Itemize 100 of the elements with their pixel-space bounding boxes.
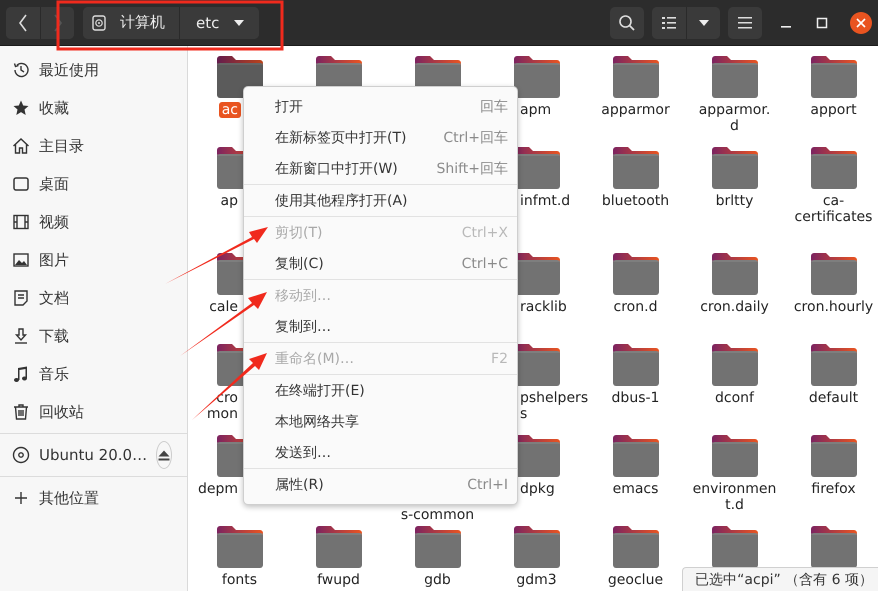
file-name: pshelpers s [519,390,590,422]
folder-icon[interactable] [712,344,758,386]
file-name: dpkg [519,481,556,497]
eject-button[interactable] [156,441,172,469]
file-name: cron.hourly [792,299,874,315]
file-name: default [808,390,860,406]
folder-icon[interactable] [712,253,758,295]
file-name: apm [519,102,552,118]
folder-icon[interactable] [712,147,758,189]
file-name: bluetooth [600,193,670,209]
image-icon [12,251,30,269]
trash-icon [12,403,30,421]
folder-icon[interactable] [514,526,560,568]
chevron-left-icon [18,14,28,32]
sidebar-item[interactable]: 文档 [0,279,187,317]
disc-icon [12,446,30,464]
folder-icon[interactable] [316,526,362,568]
document-icon [12,289,30,307]
minimize-icon [781,26,791,28]
menu-button[interactable] [728,6,762,38]
file-name: cron.d [612,299,658,315]
plus-icon [12,489,30,507]
file-name: ac [218,102,241,118]
caret-down-icon [233,18,246,26]
sidebar-item[interactable]: 收藏 [0,89,187,127]
file-name: apparmor [600,102,671,118]
eject-icon [158,450,170,460]
maximize-icon [816,16,828,28]
sidebar-item[interactable]: 视频 [0,203,187,241]
folder-icon[interactable] [514,56,560,98]
folder-icon[interactable] [612,253,658,295]
menu-item[interactable]: 属性(R) Ctrl+I [244,469,517,500]
caret-down-icon [698,18,710,26]
menu-item[interactable]: 使用其他程序打开(A) [244,185,517,216]
file-name: infmt.d [519,193,572,209]
music-note-icon [12,365,30,383]
sidebar-item[interactable]: 下载 [0,317,187,355]
file-name: cale [208,299,239,315]
folder-icon[interactable] [612,344,658,386]
file-name: environmen t.d [692,481,778,513]
sidebar-item[interactable]: Ubuntu 20.0… [0,436,187,474]
download-icon [12,327,30,345]
folder-icon[interactable] [712,526,758,568]
folder-icon[interactable] [712,56,758,98]
menu-item[interactable]: 在新窗口中打开(W) Shift+回车 [244,153,517,184]
file-name: emacs [612,481,660,497]
folder-icon[interactable] [216,526,262,568]
folder-icon[interactable] [810,435,856,477]
menu-item[interactable]: 本地网络共享 [244,406,517,437]
file-name: firefox [810,481,857,497]
chevron-right-icon [52,14,62,32]
home-icon [12,137,30,155]
sidebar-item[interactable]: 其他位置 [0,479,187,517]
folder-icon[interactable] [810,56,856,98]
file-name: cron.daily [699,299,770,315]
file-name: brltty [714,193,754,209]
folder-icon[interactable] [810,344,856,386]
sidebar-item[interactable]: 桌面 [0,165,187,203]
file-name: geoclue [606,572,664,588]
clock-icon [12,61,30,79]
file-name: dbus-1 [610,390,660,406]
folder-icon[interactable] [414,526,460,568]
film-icon [12,213,30,231]
sidebar-item[interactable]: 音乐 [0,355,187,393]
menu-item[interactable]: 发送到… [244,437,517,468]
folder-icon[interactable] [612,435,658,477]
file-name: ap [220,193,239,209]
folder-icon[interactable] [810,147,856,189]
menu-item[interactable]: 在新标签页中打开(T) Ctrl+回车 [244,122,517,153]
sidebar-item[interactable]: 回收站 [0,393,187,431]
folder-icon[interactable] [612,56,658,98]
menu-item[interactable]: 复制到… [244,311,517,342]
file-name: s-common [400,507,476,523]
file-name: gdb [423,572,452,588]
sidebar-item[interactable]: 主目录 [0,127,187,165]
star-icon [12,99,30,117]
file-name: apparmor. d [698,102,772,134]
file-name: racklib [519,299,568,315]
folder-icon[interactable] [712,435,758,477]
file-name: fonts [220,572,258,588]
drive-icon [92,14,106,30]
close-button[interactable] [850,12,872,34]
folder-icon[interactable] [612,147,658,189]
sidebar-item[interactable]: 最近使用 [0,51,187,89]
file-name: dconf [714,390,756,406]
menu-item[interactable]: 在终端打开(E) [244,375,517,406]
folder-icon[interactable] [810,253,856,295]
selection-status-toast: 已选中“acpi” （含有 6 项） [682,567,878,591]
folder-icon[interactable] [810,526,856,568]
menu-icon [738,16,752,28]
file-name: gdm3 [515,572,558,588]
menu-item[interactable]: 复制(C) Ctrl+C [244,248,517,279]
close-icon [856,18,866,28]
desktop-icon [12,175,30,193]
file-name: ca- certificates [794,193,874,225]
sidebar-item[interactable]: 图片 [0,241,187,279]
folder-icon[interactable] [612,526,658,568]
list-icon [662,16,676,28]
search-button[interactable] [610,6,644,38]
menu-item[interactable]: 打开 回车 [244,91,517,122]
